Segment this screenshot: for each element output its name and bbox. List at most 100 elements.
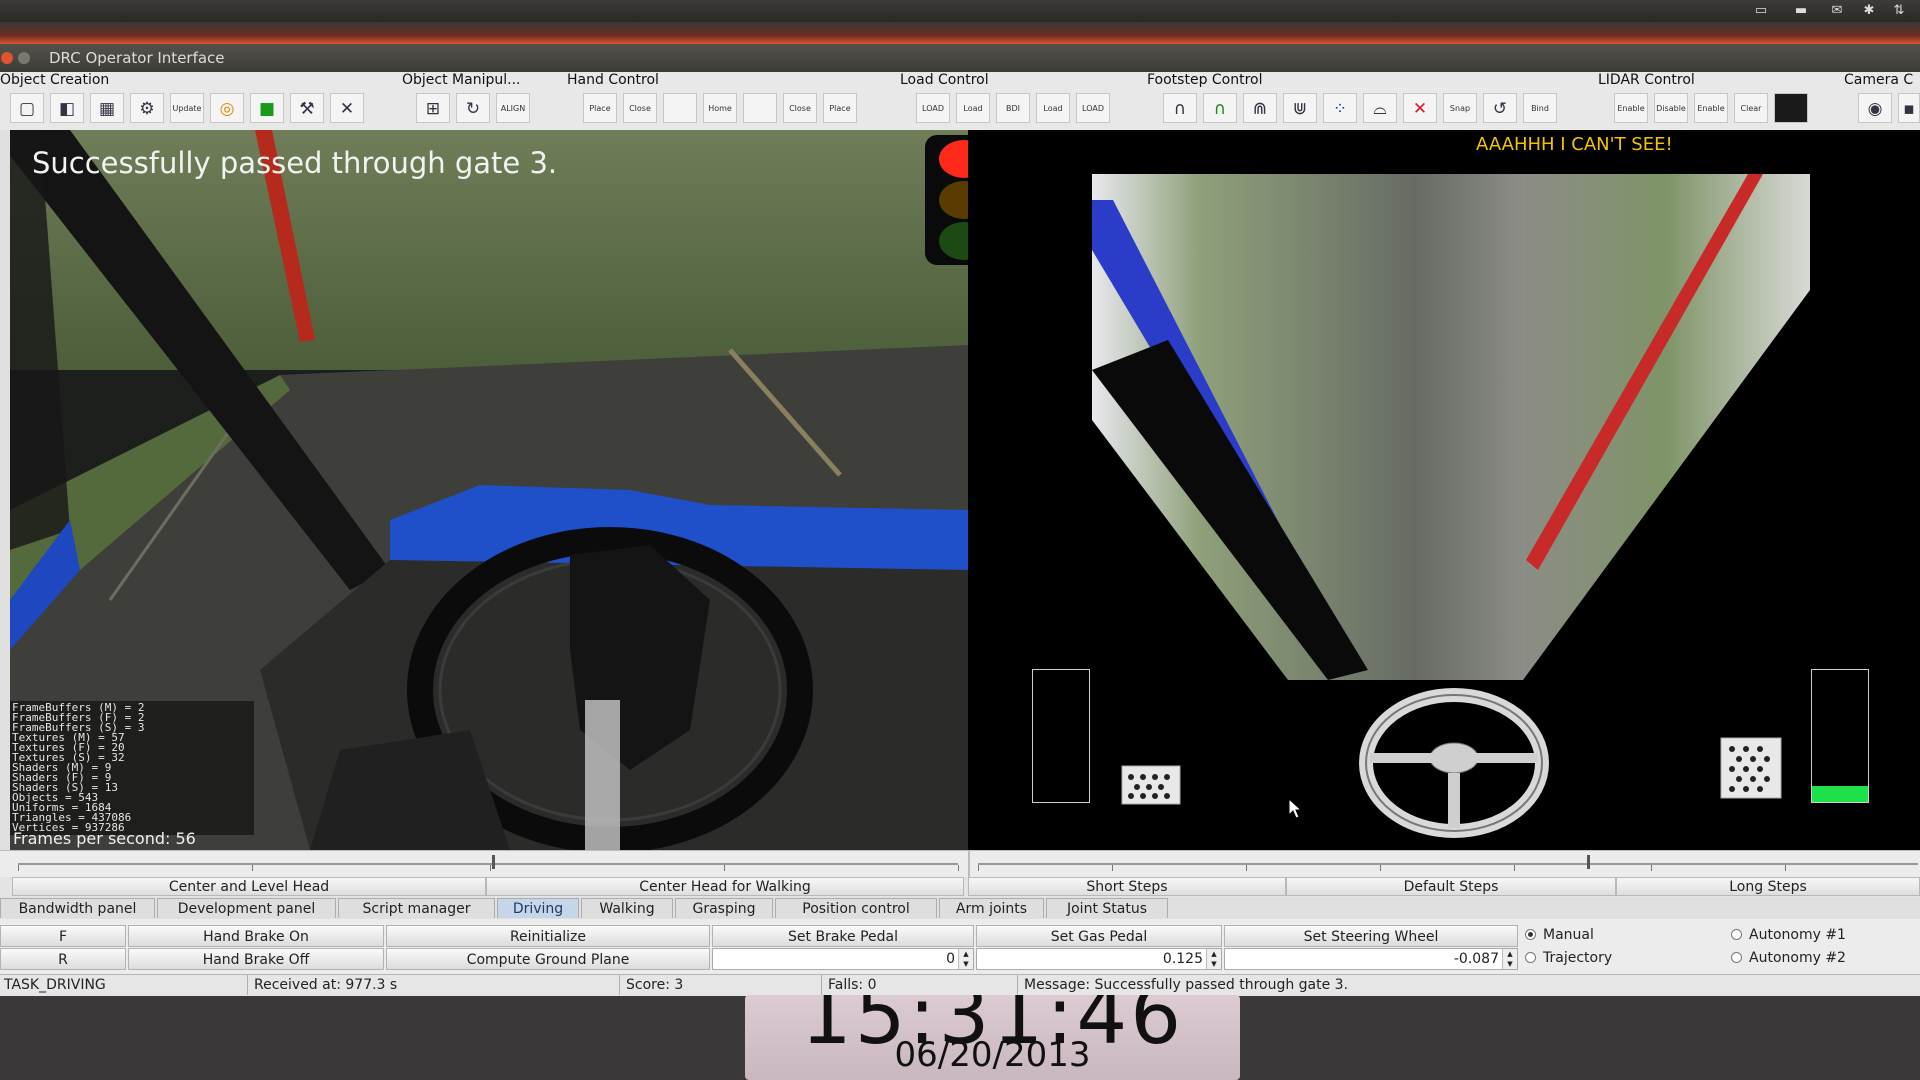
tab-arm-joints[interactable]: Arm joints [939,898,1044,918]
hand-home-button[interactable]: Home [703,93,737,123]
create-tool-button[interactable]: ⚒ [290,93,324,123]
set-brake-pedal-button[interactable]: Set Brake Pedal [712,925,974,947]
camera-view-button[interactable]: ◉ [1858,93,1892,123]
autonomy-1-radio[interactable]: Autonomy #1 [1731,926,1846,944]
bdi-load-button[interactable]: BDI Load [996,93,1030,123]
lidar-disable-button[interactable]: Disable [1654,93,1688,123]
hand-control-label: Hand Control [567,72,659,88]
head-slider-row [0,850,1920,878]
spinner-arrows-icon[interactable]: ▲ ▼ [1206,949,1221,969]
create-car-button[interactable]: ◧ [50,93,84,123]
step-size-slider-thumb[interactable] [1587,855,1590,869]
move-object-button[interactable]: ⊞ [416,93,450,123]
default-steps-button[interactable]: Default Steps [1286,877,1616,896]
footstep-path-button[interactable]: ⌓ [1363,93,1397,123]
footstep-refresh-button[interactable]: ↺ [1483,93,1517,123]
block-icon: ■ [258,99,276,119]
create-vehicle-button[interactable]: ⚙ [130,93,164,123]
slider-tick [252,865,253,871]
object-manipulation-label: Object Manipul... [402,72,521,88]
hand-blank-button[interactable] [663,93,697,123]
center-head-walking-button[interactable]: Center Head for Walking [486,877,964,896]
update-vehicle-button[interactable]: Update [170,93,204,123]
falls: Falls: 0 [824,975,1018,995]
forward-gear-button[interactable]: F [0,925,126,947]
folder-tray-icon[interactable]: ▭ [1750,3,1772,19]
bluetooth-tray-icon[interactable]: ✱ [1858,3,1880,19]
lidar-enable-button[interactable]: Enable [1614,93,1648,123]
rotate-object-button[interactable]: ↻ [456,93,490,123]
tab-driving[interactable]: Driving [497,898,579,918]
network-tray-icon[interactable]: ⇅ [1888,3,1910,19]
camera-control-group: Camera C ◉ ▪ [1844,72,1920,130]
right-hand-place-button[interactable]: Place [823,93,857,123]
radio-icon [1731,952,1742,963]
reinitialize-button[interactable]: Reinitialize [386,925,710,947]
tab-development-panel[interactable]: Development panel [157,898,336,918]
mail-tray-icon[interactable]: ✉ [1826,3,1848,19]
long-steps-button[interactable]: Long Steps [1616,877,1920,896]
tab-position-control[interactable]: Position control [775,898,937,918]
reverse-gear-button[interactable]: R [0,948,126,970]
footstep-left-button[interactable]: ∩ [1163,93,1197,123]
lidar-enable-2-button[interactable]: Enable [1694,93,1728,123]
hand-blank-button-2[interactable] [743,93,777,123]
footstep-plan-button[interactable]: ⁘ [1323,93,1357,123]
simulation-camera-view[interactable]: Successfully passed through gate 3. Fram… [10,130,968,850]
footstep-both-button[interactable]: ⋒ [1243,93,1277,123]
gas-pedal-bar [1811,669,1869,803]
camera-snap-button[interactable]: ▪ [1898,93,1920,123]
footstep-walk-button[interactable]: ⋓ [1283,93,1317,123]
footstep-clear-button[interactable]: ✕ [1403,93,1437,123]
spinner-arrows-icon[interactable]: ▲ ▼ [958,949,973,969]
tab-script-manager[interactable]: Script manager [338,898,495,918]
center-level-head-button[interactable]: Center and Level Head [12,877,486,896]
steering-wheel-spinner[interactable]: -0.087 ▲ ▼ [1224,948,1518,970]
trajectory-mode-radio[interactable]: Trajectory [1525,949,1612,967]
footstep-control-group: Footstep Control ∩ ∩ ⋒ ⋓ ⁘ ⌓ ✕ Snap ↺ Bi… [1147,72,1567,130]
tab-bandwidth-panel[interactable]: Bandwidth panel [0,898,155,918]
footstep-right-button[interactable]: ∩ [1203,93,1237,123]
hand-brake-on-button[interactable]: Hand Brake On [128,925,384,947]
load-button-4[interactable]: Load [1036,93,1070,123]
battery-tray-icon[interactable]: ▬ [1790,3,1812,19]
spinner-arrows-icon[interactable]: ▲ ▼ [1502,949,1517,969]
footstep-bind-button[interactable]: Bind [1523,93,1557,123]
create-ring-button[interactable]: ◎ [210,93,244,123]
right-hand-close-button[interactable]: Close [783,93,817,123]
compute-ground-plane-button[interactable]: Compute Ground Plane [386,948,710,970]
short-steps-button[interactable]: Short Steps [968,877,1286,896]
manual-mode-radio[interactable]: Manual [1525,926,1594,944]
load-button-1[interactable]: LOAD [916,93,950,123]
load-button-2[interactable]: Load [956,93,990,123]
driving-camera-view[interactable]: AAAHHH I CAN'T SEE! [968,130,1920,850]
load-button-5[interactable]: LOAD [1076,93,1110,123]
tab-joint-status[interactable]: Joint Status [1046,898,1168,918]
gas-pedal-spinner[interactable]: 0.125 ▲ ▼ [976,948,1222,970]
set-gas-pedal-button[interactable]: Set Gas Pedal [976,925,1222,947]
hand-brake-off-button[interactable]: Hand Brake Off [128,948,384,970]
left-hand-place-button[interactable]: Place [583,93,617,123]
create-block-button[interactable]: ■ [250,93,284,123]
delete-object-button[interactable]: ✕ [330,93,364,123]
lidar-dark-button[interactable] [1774,93,1808,123]
set-steering-wheel-button[interactable]: Set Steering Wheel [1224,925,1518,947]
left-hand-close-button[interactable]: Close [623,93,657,123]
head-pitch-slider[interactable] [18,863,958,865]
autonomy-2-radio[interactable]: Autonomy #2 [1731,949,1846,967]
align-object-button[interactable]: ALIGN [496,93,530,123]
close-window-button[interactable] [1,52,13,64]
radio-icon [1731,929,1742,940]
foot-icon: ∩ [1173,99,1187,119]
create-grid-button[interactable]: ▦ [90,93,124,123]
head-pitch-slider-thumb[interactable] [492,855,495,869]
tab-walking[interactable]: Walking [581,898,673,918]
brake-pedal-spinner[interactable]: 0 ▲ ▼ [712,948,974,970]
tab-grasping[interactable]: Grasping [675,898,773,918]
slider-tick [958,865,959,871]
footstep-snap-button[interactable]: Snap [1443,93,1477,123]
create-box-button[interactable]: ▢ [10,93,44,123]
step-size-slider[interactable] [978,863,1918,865]
minimize-window-button[interactable] [18,52,30,64]
lidar-clear-button[interactable]: Clear [1734,93,1768,123]
